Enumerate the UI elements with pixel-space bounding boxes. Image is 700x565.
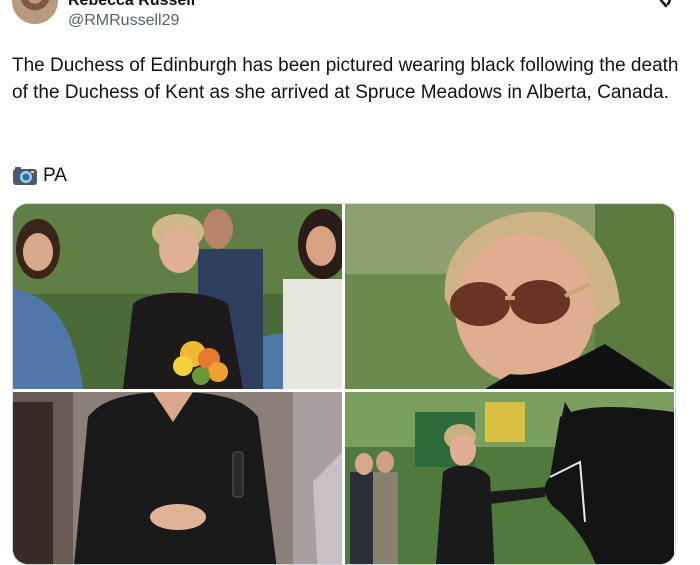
media-photo-2[interactable]	[345, 204, 674, 389]
avatar[interactable]	[12, 0, 58, 24]
tweet-text: The Duchess of Edinburgh has been pictur…	[12, 55, 679, 103]
media-grid	[12, 203, 676, 565]
media-photo-3[interactable]	[13, 392, 342, 564]
credit-label: PA	[43, 165, 67, 186]
media-photo-4[interactable]	[345, 392, 674, 564]
author-display-name[interactable]: Rebecca Russell	[68, 0, 195, 10]
grok-icon[interactable]	[646, 0, 686, 8]
media-photo-1[interactable]	[13, 204, 342, 389]
photo-credit: PA	[12, 164, 67, 188]
camera-icon	[12, 165, 38, 187]
author-handle[interactable]: @RMRussell29	[68, 11, 179, 31]
